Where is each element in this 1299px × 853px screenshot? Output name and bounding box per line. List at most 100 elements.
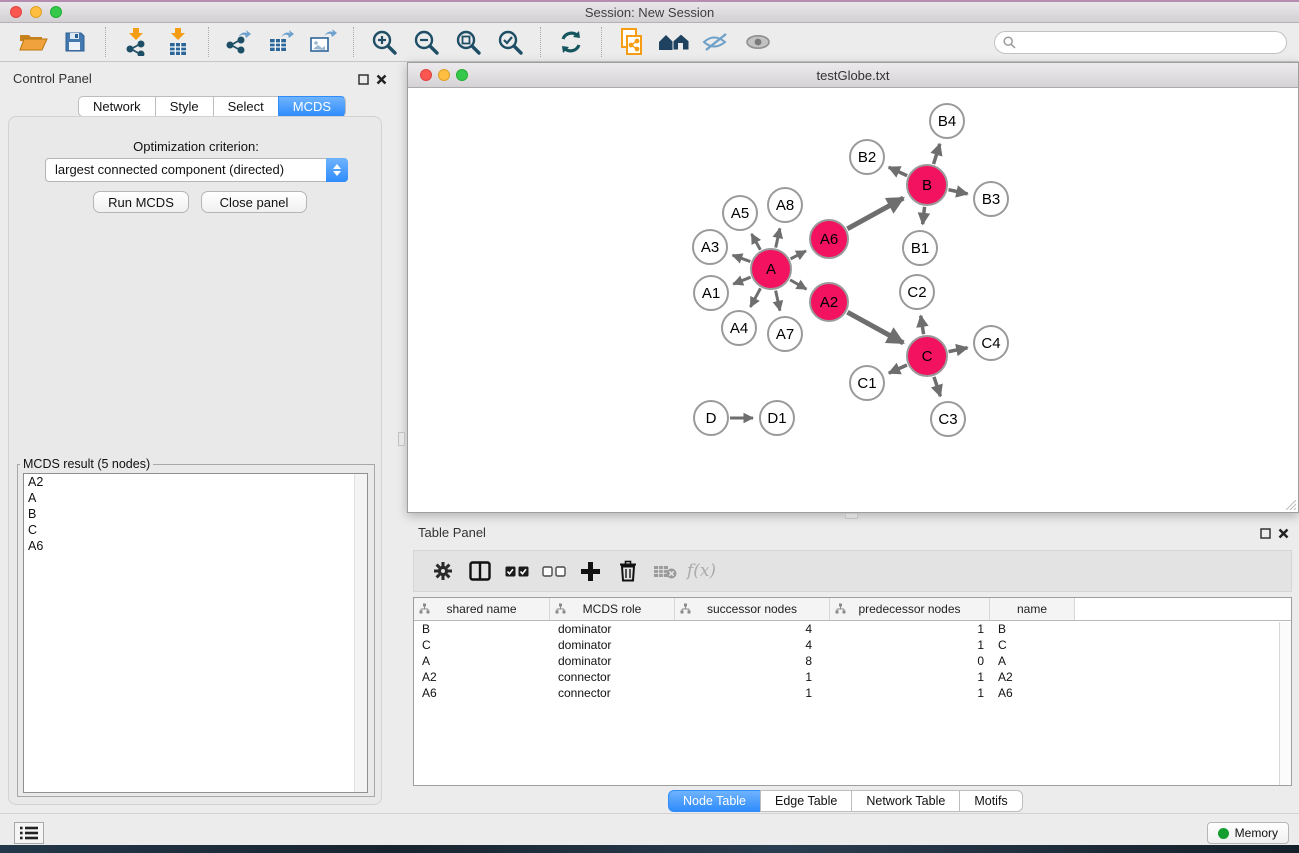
graph-edge-A2-C[interactable] — [847, 312, 903, 343]
result-list-item[interactable]: A2 — [24, 474, 367, 490]
open-session-button[interactable] — [15, 25, 51, 59]
table-row[interactable]: Adominator80A — [414, 653, 1291, 669]
graph-node-D1[interactable]: D1 — [760, 401, 794, 435]
graph-edge-C-C2[interactable] — [921, 316, 924, 335]
select-all-button[interactable] — [498, 554, 535, 588]
table-row[interactable]: Bdominator41B — [414, 621, 1291, 637]
home-button[interactable] — [656, 25, 692, 59]
search-input[interactable] — [1021, 36, 1286, 50]
graph-node-A4[interactable]: A4 — [722, 311, 756, 345]
graph-edge-A-A1[interactable] — [733, 277, 750, 284]
graph-node-B4[interactable]: B4 — [930, 104, 964, 138]
table-panel-float-button[interactable] — [1259, 527, 1271, 539]
graph-node-A5[interactable]: A5 — [723, 196, 757, 230]
graph-node-A2[interactable]: A2 — [810, 283, 848, 321]
add-column-button[interactable] — [572, 554, 609, 588]
tab-network[interactable]: Network — [78, 96, 155, 117]
graph-edge-A-A5[interactable] — [752, 234, 761, 250]
graph-edge-B-B2[interactable] — [889, 167, 907, 176]
delete-column-button[interactable] — [609, 554, 646, 588]
graph-node-C2[interactable]: C2 — [900, 275, 934, 309]
task-history-button[interactable] — [14, 822, 44, 844]
zoom-selected-button[interactable] — [492, 25, 528, 59]
function-builder-button[interactable]: f(x) — [683, 554, 720, 588]
table-split-view-button[interactable] — [461, 554, 498, 588]
graph-edge-A6-B[interactable] — [847, 198, 903, 229]
zoom-in-button[interactable] — [366, 25, 402, 59]
table-panel-close-button[interactable] — [1277, 527, 1289, 539]
graph-node-B1[interactable]: B1 — [903, 231, 937, 265]
column-header-name[interactable]: name — [990, 598, 1075, 620]
column-header-shared-name[interactable]: shared name — [414, 598, 550, 620]
network-window-titlebar[interactable]: testGlobe.txt — [408, 63, 1298, 88]
node-table[interactable]: shared name MCDS role successor nodes pr… — [413, 597, 1292, 786]
tab-style[interactable]: Style — [155, 96, 213, 117]
tab-select[interactable]: Select — [213, 96, 278, 117]
graph-node-B[interactable]: B — [907, 165, 947, 205]
result-list-item[interactable]: C — [24, 522, 367, 538]
result-list-item[interactable]: A — [24, 490, 367, 506]
graph-edge-C-C1[interactable] — [889, 365, 907, 373]
import-table-button[interactable] — [160, 25, 196, 59]
graph-node-C3[interactable]: C3 — [931, 402, 965, 436]
export-table-button[interactable] — [263, 25, 299, 59]
table-settings-button[interactable] — [424, 554, 461, 588]
tab-network-table[interactable]: Network Table — [851, 790, 959, 812]
tab-mcds[interactable]: MCDS — [278, 96, 346, 117]
network-canvas[interactable]: B4B2BB3A5A8A6B1A3AC2A1A2A4A7C4CC1C3DD1 — [408, 88, 1298, 512]
graph-node-B3[interactable]: B3 — [974, 182, 1008, 216]
graph-edge-B-B1[interactable] — [923, 207, 925, 224]
tab-motifs[interactable]: Motifs — [959, 790, 1022, 812]
birds-eye-view-button[interactable] — [740, 25, 776, 59]
memory-button[interactable]: Memory — [1207, 822, 1289, 844]
table-row[interactable]: Cdominator41C — [414, 637, 1291, 653]
save-session-button[interactable] — [57, 25, 93, 59]
result-list-scrollbar[interactable] — [354, 474, 367, 792]
mcds-result-list[interactable]: A2ABCA6 — [23, 473, 368, 793]
vertical-splitter-grip[interactable] — [398, 432, 405, 446]
graph-node-A7[interactable]: A7 — [768, 317, 802, 351]
tab-node-table[interactable]: Node Table — [668, 790, 760, 812]
graph-node-A3[interactable]: A3 — [693, 230, 727, 264]
result-list-item[interactable]: A6 — [24, 538, 367, 554]
delete-table-button[interactable] — [646, 554, 683, 588]
graph-node-A6[interactable]: A6 — [810, 220, 848, 258]
column-header-successor-nodes[interactable]: successor nodes — [675, 598, 830, 620]
graph-node-A1[interactable]: A1 — [694, 276, 728, 310]
export-image-button[interactable] — [305, 25, 341, 59]
graph-edge-C-C3[interactable] — [934, 377, 940, 396]
control-panel-close-button[interactable] — [375, 73, 387, 85]
result-list-item[interactable]: B — [24, 506, 367, 522]
graph-edge-C-C4[interactable] — [949, 348, 968, 352]
column-header-predecessor-nodes[interactable]: predecessor nodes — [830, 598, 990, 620]
deselect-all-button[interactable] — [535, 554, 572, 588]
graph-node-C4[interactable]: C4 — [974, 326, 1008, 360]
control-panel-float-button[interactable] — [357, 73, 369, 85]
graph-edge-A-A2[interactable] — [790, 280, 806, 289]
show-hide-annotations-button[interactable] — [698, 25, 734, 59]
graph-edge-B-B4[interactable] — [934, 144, 940, 164]
graph-node-C1[interactable]: C1 — [850, 366, 884, 400]
close-panel-button[interactable]: Close panel — [201, 191, 307, 213]
graph-node-A[interactable]: A — [751, 249, 791, 289]
table-scrollbar[interactable] — [1279, 622, 1291, 785]
export-network-button[interactable] — [221, 25, 257, 59]
graph-edge-A-A3[interactable] — [733, 255, 751, 261]
search-field[interactable] — [994, 31, 1287, 54]
graph-edge-A-A6[interactable] — [791, 251, 806, 259]
zoom-fit-button[interactable] — [450, 25, 486, 59]
tab-edge-table[interactable]: Edge Table — [760, 790, 851, 812]
refresh-view-button[interactable] — [553, 25, 589, 59]
graph-node-D[interactable]: D — [694, 401, 728, 435]
table-row[interactable]: A6connector11A6 — [414, 685, 1291, 701]
criterion-dropdown[interactable]: largest connected component (directed) — [45, 158, 348, 182]
graph-edge-A-A7[interactable] — [776, 291, 780, 311]
horizontal-splitter-grip[interactable] — [845, 513, 858, 519]
graph-node-B2[interactable]: B2 — [850, 140, 884, 174]
graph-edge-B-B3[interactable] — [948, 190, 967, 194]
graph-node-C[interactable]: C — [907, 336, 947, 376]
import-network-button[interactable] — [118, 25, 154, 59]
window-resize-grip-icon[interactable] — [1286, 500, 1296, 510]
graph-edge-A-A8[interactable] — [776, 228, 780, 247]
duplicate-network-button[interactable] — [614, 25, 650, 59]
